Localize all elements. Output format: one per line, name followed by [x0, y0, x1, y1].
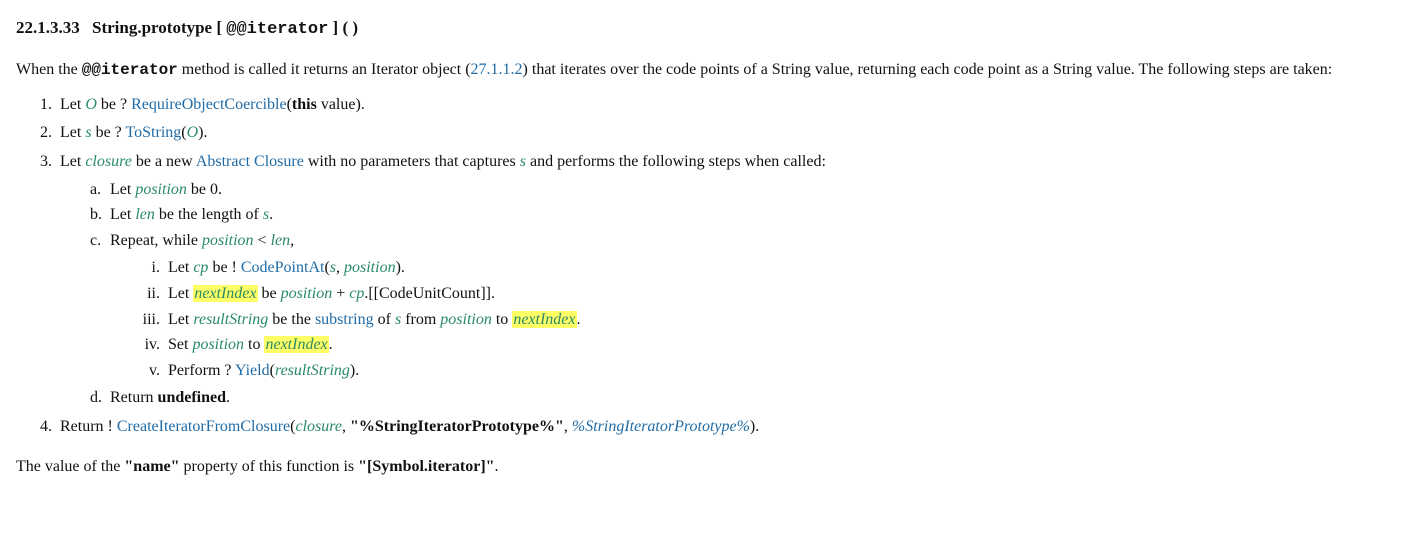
substeps-3: a. Let position be 0. b. Let len be the …: [40, 177, 1398, 411]
footer-period: .: [495, 458, 499, 475]
step-marker: 4.: [40, 414, 56, 440]
algorithm-steps: 1. Let O be ? RequireObjectCoercible(thi…: [16, 92, 1398, 440]
string-literal: "%StringIteratorPrototype%": [350, 418, 564, 435]
step-marker: i.: [140, 255, 160, 281]
step-3c-v: v. Perform ? Yield(resultString).: [140, 358, 1398, 384]
var-position: position: [281, 285, 333, 302]
step-marker: 3.: [40, 149, 56, 175]
var-O: O: [85, 96, 97, 113]
footer-value: "[Symbol.iterator]": [358, 458, 494, 475]
link-yield[interactable]: Yield: [235, 362, 270, 379]
var-cp: cp: [193, 259, 208, 276]
step-4: 4. Return ! CreateIteratorFromClosure(cl…: [40, 414, 1398, 440]
footer-name-prop: "name": [124, 458, 179, 475]
intro-paragraph: When the @@iterator method is called it …: [16, 57, 1398, 84]
heading-symbol: @@iterator: [226, 20, 328, 39]
step-marker: ii.: [140, 281, 160, 307]
step-marker: a.: [90, 177, 106, 203]
var-position: position: [440, 311, 492, 328]
var-len: len: [135, 206, 155, 223]
heading-number: 22.1.3.33: [16, 18, 80, 37]
step-3b: b. Let len be the length of s.: [90, 202, 1398, 228]
intro-pre: When the: [16, 61, 82, 78]
link-createiteratorfromclosure[interactable]: CreateIteratorFromClosure: [117, 418, 290, 435]
step-2: 2. Let s be ? ToString(O).: [40, 120, 1398, 146]
step-3d: d. Return undefined.: [90, 385, 1398, 411]
step-3c-i: i. Let cp be ! CodePointAt(s, position).: [140, 255, 1398, 281]
var-position: position: [344, 259, 396, 276]
intro-mid: method is called it returns an Iterator …: [178, 61, 471, 78]
heading-title-prefix: String.prototype [: [92, 18, 226, 37]
var-position: position: [192, 336, 244, 353]
var-position: position: [202, 232, 254, 249]
footer-pre: The value of the: [16, 458, 124, 475]
step-3a: a. Let position be 0.: [90, 177, 1398, 203]
step-marker: d.: [90, 385, 106, 411]
step-marker: 2.: [40, 120, 56, 146]
var-nextindex: nextIndex: [512, 311, 576, 328]
footer-paragraph: The value of the "name" property of this…: [16, 454, 1398, 480]
var-nextindex: nextIndex: [193, 285, 257, 302]
var-nextindex: nextIndex: [264, 336, 328, 353]
var-O: O: [187, 124, 199, 141]
step-3c-iii: iii. Let resultString be the substring o…: [140, 307, 1398, 333]
footer-mid: property of this function is: [180, 458, 359, 475]
var-position: position: [135, 181, 187, 198]
link-codepointat[interactable]: CodePointAt: [241, 259, 325, 276]
var-cp: cp: [349, 285, 364, 302]
step-marker: b.: [90, 202, 106, 228]
link-substring[interactable]: substring: [315, 311, 374, 328]
intro-method: @@iterator: [82, 61, 178, 79]
var-resultstring: resultString: [275, 362, 350, 379]
step-marker: iv.: [140, 332, 160, 358]
var-closure: closure: [85, 153, 132, 170]
intro-post: ) that iterates over the code points of …: [523, 61, 1333, 78]
link-stringiteratorprototype[interactable]: %StringIteratorPrototype%: [572, 418, 750, 435]
step-marker: v.: [140, 358, 160, 384]
step-marker: c.: [90, 228, 106, 254]
link-requireobjectcoercible[interactable]: RequireObjectCoercible: [131, 96, 287, 113]
step-marker: 1.: [40, 92, 56, 118]
step-3c-iv: iv. Set position to nextIndex.: [140, 332, 1398, 358]
intro-ref-link[interactable]: 27.1.1.2: [471, 61, 523, 78]
step-3: 3. Let closure be a new Abstract Closure…: [40, 149, 1398, 411]
var-closure: closure: [295, 418, 342, 435]
link-tostring[interactable]: ToString: [125, 124, 181, 141]
substeps-3c: i. Let cp be ! CodePointAt(s, position).…: [90, 255, 1398, 383]
step-3c: c. Repeat, while position < len, i. Let …: [90, 228, 1398, 384]
heading-title-suffix: ] ( ): [328, 18, 358, 37]
link-abstract-closure[interactable]: Abstract Closure: [196, 153, 304, 170]
step-marker: iii.: [140, 307, 160, 333]
kw-this: this: [292, 96, 317, 113]
var-len: len: [271, 232, 291, 249]
section-heading: 22.1.3.33 String.prototype [ @@iterator …: [16, 14, 1398, 43]
kw-undefined: undefined: [158, 389, 226, 406]
var-resultstring: resultString: [193, 311, 268, 328]
step-3c-ii: ii. Let nextIndex be position + cp.[[Cod…: [140, 281, 1398, 307]
step-1: 1. Let O be ? RequireObjectCoercible(thi…: [40, 92, 1398, 118]
